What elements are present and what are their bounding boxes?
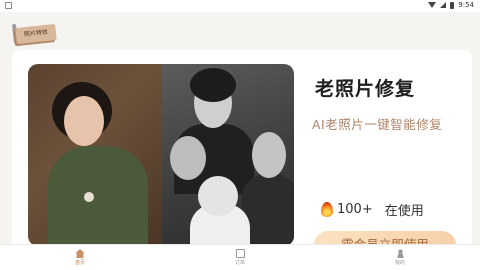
clock: 9:54 <box>458 1 474 9</box>
tab-profile[interactable]: 我的 <box>320 245 480 270</box>
status-bar: 9:54 <box>0 0 480 12</box>
usage-label: 在使用 <box>384 204 424 219</box>
woman-qipao <box>48 146 148 246</box>
notification-icon <box>5 2 12 9</box>
home-icon <box>75 249 85 258</box>
usage-count: 100+ <box>337 202 373 217</box>
usage-stat: 100+ 在使用 <box>321 200 424 219</box>
feature-title: 老照片修复 <box>315 78 416 100</box>
tab-home[interactable]: 首页 <box>0 245 160 270</box>
fire-icon <box>321 202 333 217</box>
woman-face <box>64 96 104 146</box>
user-icon <box>395 249 405 258</box>
order-icon <box>235 249 245 258</box>
tab-label: 首页 <box>74 260 85 266</box>
before-after-photo[interactable] <box>28 64 294 246</box>
qipao-button <box>84 192 94 202</box>
bottom-tab-bar: 首页 订单 我的 <box>0 244 480 270</box>
mother-face <box>170 136 206 180</box>
restored-photo <box>28 64 162 246</box>
battery-icon <box>450 1 455 9</box>
baby-face <box>198 176 238 216</box>
signal-icon <box>440 2 447 8</box>
tab-orders[interactable]: 订单 <box>160 245 320 270</box>
tab-label: 订单 <box>234 260 245 266</box>
original-photo <box>162 64 294 246</box>
status-indicators: 9:54 <box>428 1 474 9</box>
man-hair <box>190 68 236 102</box>
elder-face <box>252 132 286 178</box>
wifi-icon <box>428 2 437 8</box>
tab-label: 我的 <box>394 260 405 266</box>
feature-subtitle: AI老照片一键智能修复 <box>312 117 443 132</box>
